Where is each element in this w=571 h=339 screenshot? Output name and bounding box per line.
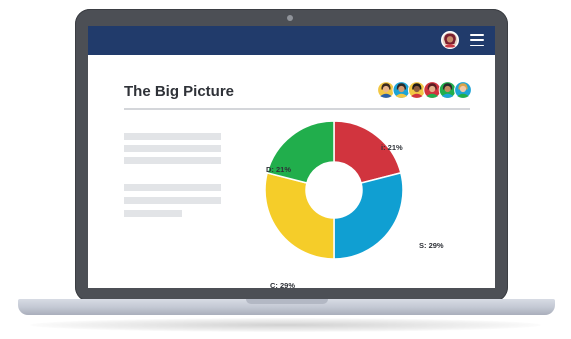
- donut-slice-c: [264, 171, 335, 260]
- webcam-dot: [287, 15, 293, 21]
- text-placeholder-line: [124, 145, 221, 152]
- donut-label-i: i: 21%: [381, 143, 403, 152]
- team-member-avatar-icon[interactable]: [407, 81, 426, 99]
- donut-slice-i: [333, 120, 402, 184]
- text-placeholder-line: [124, 197, 221, 204]
- text-placeholder-line: [124, 133, 221, 140]
- page-title: The Big Picture: [124, 83, 235, 100]
- donut-label-d: D: 21%: [266, 165, 291, 174]
- team-member-avatar-icon[interactable]: [454, 81, 472, 99]
- user-avatar-icon[interactable]: [441, 31, 459, 49]
- laptop-lid: The Big Picture i: 21% S: 29% C: 29% D: 21%: [75, 9, 508, 302]
- team-member-avatar-icon[interactable]: [438, 81, 457, 99]
- donut-label-c: C: 29%: [270, 281, 295, 288]
- team-member-avatar-icon[interactable]: [378, 81, 395, 99]
- donut-slice-s: [333, 171, 404, 260]
- disc-donut-chart: i: 21% S: 29% C: 29% D: 21%: [264, 120, 444, 288]
- laptop-screen: The Big Picture i: 21% S: 29% C: 29% D: 21%: [88, 26, 495, 288]
- team-member-avatar-icon[interactable]: [423, 81, 442, 99]
- team-member-avatar-icon[interactable]: [392, 81, 411, 99]
- laptop-base-notch: [246, 299, 328, 304]
- title-divider: [124, 108, 470, 110]
- app-header-bar: [88, 26, 495, 55]
- hamburger-menu-icon[interactable]: [470, 34, 484, 46]
- laptop-base: [18, 299, 555, 315]
- team-avatars-group[interactable]: [378, 80, 472, 100]
- text-placeholder-line: [124, 210, 182, 217]
- text-placeholder-line: [124, 157, 221, 164]
- laptop-shadow: [30, 318, 541, 332]
- donut-label-s: S: 29%: [419, 241, 444, 250]
- text-placeholder-line: [124, 184, 221, 191]
